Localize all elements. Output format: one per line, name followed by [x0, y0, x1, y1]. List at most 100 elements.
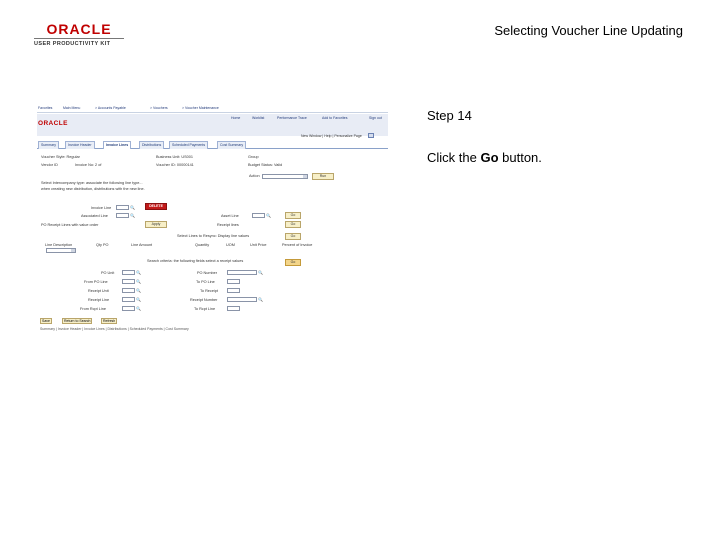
return-to-search-button[interactable]: Return to Search	[62, 318, 93, 324]
vendor-id: Vendor ID	[41, 163, 58, 167]
new-window-links[interactable]: New Window | Help | Personalize Page	[301, 134, 362, 138]
asset-line-go-button[interactable]: Go	[285, 212, 301, 219]
col-qty-po: Qty PO	[96, 243, 109, 247]
intercompany-note: Select Intercompany type: associate the …	[41, 181, 143, 185]
distribution-note: when creating new distribution, distribu…	[41, 187, 145, 191]
receipt-number-input[interactable]	[227, 297, 257, 302]
nav-vouchers[interactable]: > Vouchers	[150, 106, 168, 110]
from-rcpt-line-lookup-icon[interactable]: 🔍	[136, 306, 141, 311]
receipt-unit-lookup-icon[interactable]: 🔍	[136, 288, 141, 293]
po-unit-lookup-icon[interactable]: 🔍	[136, 270, 141, 275]
asset-line-label: Asset Line	[221, 214, 239, 218]
receipt-number-lookup-icon[interactable]: 🔍	[258, 297, 263, 302]
to-rcpt-line-input[interactable]	[227, 306, 240, 311]
po-receipt-lines-label: PO Receipt Lines with value order	[41, 223, 99, 227]
po-number-input[interactable]	[227, 270, 257, 275]
from-po-line-label: From PO Line	[84, 280, 108, 284]
invoice-line-lookup-icon[interactable]: 🔍	[130, 205, 135, 210]
link-performance-trace[interactable]: Performance Trace	[277, 116, 307, 120]
to-rcpt-line-label: To Rcpt Line	[194, 307, 216, 311]
go-button[interactable]: Go	[285, 259, 301, 266]
voucher-style: Voucher Style: Regular	[41, 155, 80, 159]
nav-voucher-maintenance[interactable]: > Voucher Maintenance	[182, 106, 219, 110]
to-receipt-input[interactable]	[227, 288, 240, 293]
tab-invoice-header[interactable]: Invoice Header	[65, 141, 95, 149]
action-label: Action	[249, 174, 260, 178]
tab-invoice-lines[interactable]: Invoice Lines	[103, 141, 132, 149]
nav-accounts-payable[interactable]: > Accounts Payable	[95, 106, 126, 110]
tab-summary[interactable]: Summary	[38, 141, 59, 149]
instruction-button-name: Go	[480, 150, 499, 165]
receipt-unit-label: Receipt Unit	[88, 289, 109, 293]
link-add-favorites[interactable]: Add to Favorites	[322, 116, 347, 120]
po-unit-label: PO Unit	[101, 271, 115, 275]
from-po-line-lookup-icon[interactable]: 🔍	[136, 279, 141, 284]
apply-button[interactable]: Apply	[145, 221, 167, 228]
line-query-label: Select Lines to Resync: Display line val…	[177, 234, 250, 238]
run-button[interactable]: Run	[312, 173, 334, 180]
receipt-line-lookup-icon[interactable]: 🔍	[136, 297, 141, 302]
col-line-description: Line Description	[45, 243, 73, 247]
asset-line-input[interactable]	[252, 213, 265, 218]
link-worklist[interactable]: Worklist	[252, 116, 264, 120]
step-instruction: Click the Go button.	[427, 150, 542, 165]
po-number-lookup-icon[interactable]: 🔍	[258, 270, 263, 275]
from-rcpt-line-input[interactable]	[122, 306, 135, 311]
nav-favorites[interactable]: Favorites	[38, 106, 52, 110]
po-unit-input[interactable]	[122, 270, 135, 275]
link-home[interactable]: Home	[231, 116, 240, 120]
to-po-line-input[interactable]	[227, 279, 240, 284]
group-label: Group	[248, 155, 259, 159]
from-po-line-input[interactable]	[122, 279, 135, 284]
document-title: Selecting Voucher Line Updating	[494, 23, 683, 38]
search-criteria-note: Search criteria: the following fields se…	[147, 259, 244, 263]
receipt-line-input[interactable]	[122, 297, 135, 302]
from-rcpt-line-label: From Rcpt Line	[80, 307, 106, 311]
app-header: ORACLE Home Worklist Performance Trace A…	[37, 114, 388, 136]
asset-line-lookup-icon[interactable]: 🔍	[266, 213, 271, 218]
step-title: Step 14	[427, 108, 472, 123]
nav-main-menu[interactable]: Main Menu	[63, 106, 80, 110]
receipt-number-label: Receipt Number	[190, 298, 218, 302]
invoice-line-input[interactable]	[116, 205, 129, 210]
receipt-unit-input[interactable]	[122, 288, 135, 293]
instruction-pre: Click the	[427, 150, 481, 165]
col-line-amount: Line Amount	[131, 243, 153, 247]
save-button[interactable]: Save	[40, 318, 52, 324]
instruction-post: button.	[498, 150, 542, 165]
col-quantity: Quantity	[195, 243, 210, 247]
link-sign-out[interactable]: Sign out	[369, 116, 382, 120]
col-percent-invoice: Percent of Invoice	[282, 243, 313, 247]
app-screenshot: Favorites Main Menu > Accounts Payable >…	[37, 105, 388, 337]
receipt-lines-label: Receipt lines	[217, 223, 239, 227]
col-unit-price: Unit Price	[250, 243, 267, 247]
refresh-button[interactable]: Refresh	[101, 318, 118, 324]
logo-divider	[34, 38, 124, 39]
receipt-line-label: Receipt Line	[88, 298, 110, 302]
receipt-lines-go-button[interactable]: Go	[285, 221, 301, 228]
business-unit: Business Unit: US001	[156, 155, 193, 159]
delete-button[interactable]: DELETE	[145, 203, 167, 210]
tab-distributions[interactable]: Distributions	[139, 141, 165, 149]
associated-line-label: Associated Line	[81, 214, 108, 218]
tab-cost-summary[interactable]: Cost Summary	[217, 141, 247, 149]
col-uom: UOM	[226, 243, 235, 247]
app-topnav: Favorites Main Menu > Accounts Payable >…	[37, 105, 388, 113]
logo-upk-text: USER PRODUCTIVITY KIT	[34, 41, 111, 47]
po-number-label: PO Number	[197, 271, 218, 275]
invoice-line-label: Invoice Line	[91, 206, 112, 210]
voucher-id: Voucher ID: 00000141	[156, 163, 194, 167]
invoice-no: Invoice No: 2 of	[75, 163, 102, 167]
footer-links[interactable]: Summary | Invoice Header | Invoice Lines…	[40, 327, 189, 331]
associated-line-input[interactable]	[116, 213, 129, 218]
associated-line-lookup-icon[interactable]: 🔍	[130, 213, 135, 218]
line-query-go-button[interactable]: Go	[285, 233, 301, 240]
help-icon[interactable]	[368, 133, 374, 138]
logo-oracle-text: ORACLE	[46, 21, 112, 37]
line-type-select[interactable]	[46, 248, 76, 253]
app-brand: ORACLE	[38, 120, 68, 127]
oracle-upk-logo: ORACLE USER PRODUCTIVITY KIT	[34, 22, 124, 48]
action-select[interactable]	[262, 174, 308, 179]
tab-scheduled-payments[interactable]: Scheduled Payments	[169, 141, 209, 149]
page-tabs: Summary Invoice Header Invoice Lines Dis…	[37, 140, 388, 149]
